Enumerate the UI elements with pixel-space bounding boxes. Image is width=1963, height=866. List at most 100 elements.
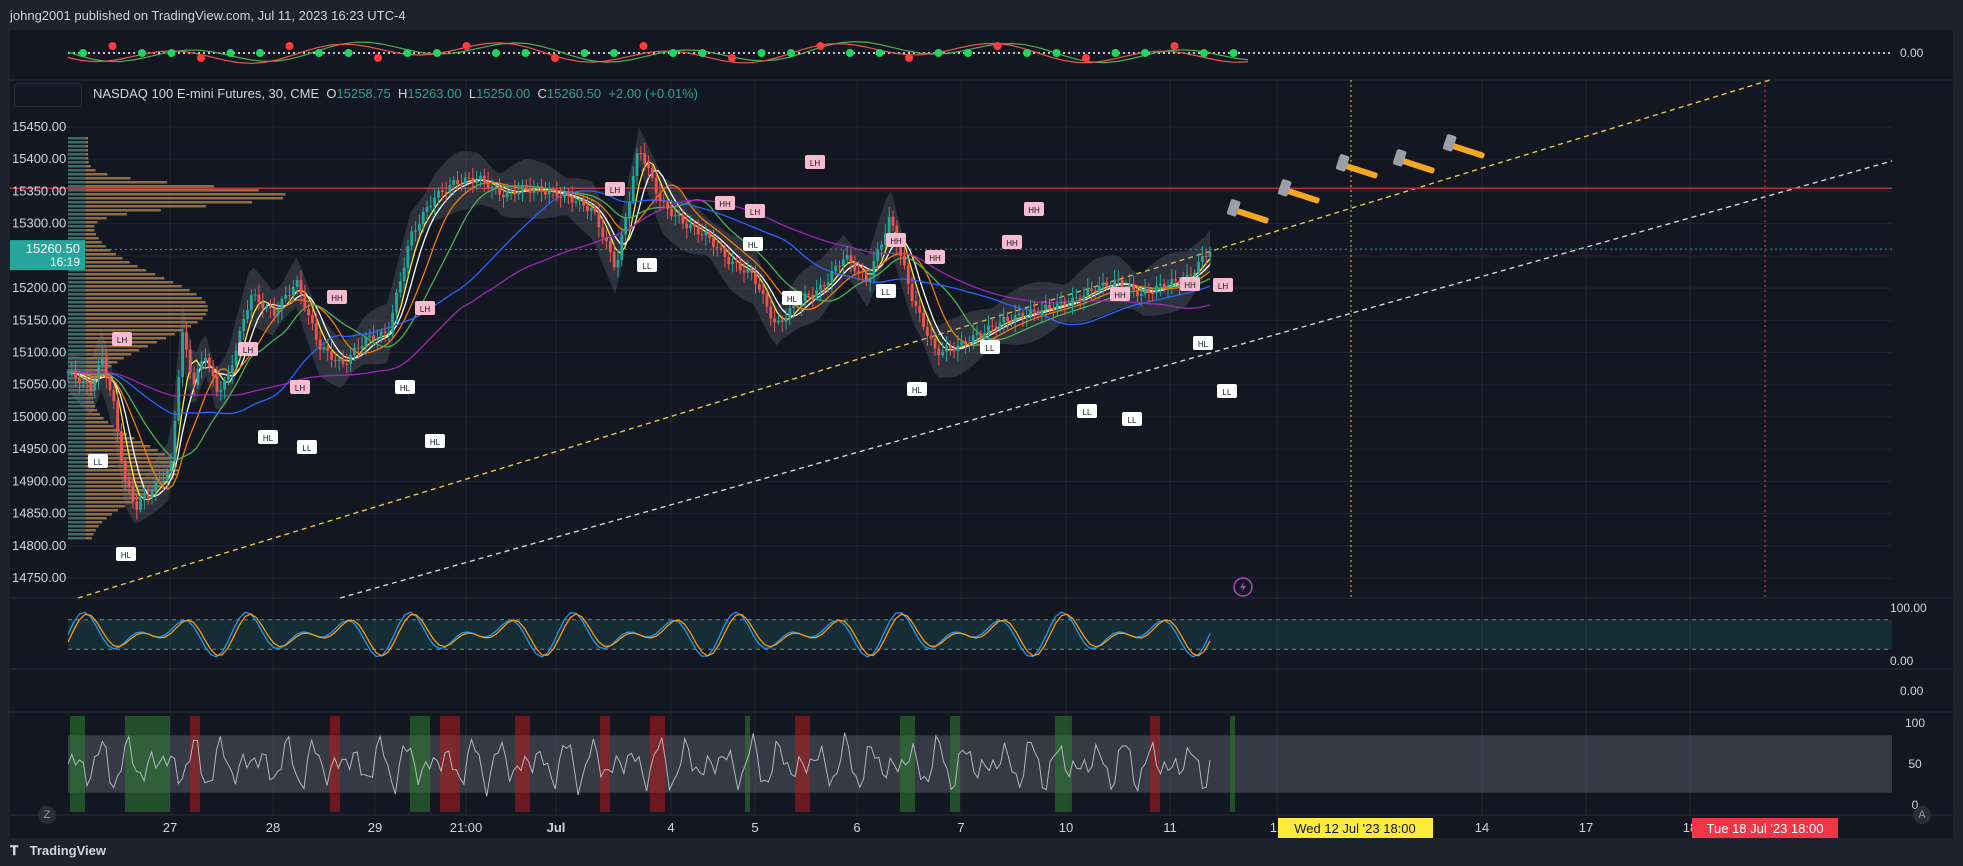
- candle-body: [261, 302, 265, 309]
- candle-body: [498, 186, 501, 195]
- zoom-icon[interactable]: Z: [38, 806, 56, 824]
- candle-body: [207, 357, 211, 367]
- candle-body: [853, 262, 857, 272]
- pivot-label: HL: [400, 384, 411, 393]
- price-tick: 15000.00: [12, 409, 66, 424]
- time-tick: 28: [266, 820, 280, 835]
- osc-dot: [757, 49, 766, 57]
- profile-bar-value: [68, 477, 86, 480]
- candle-body: [509, 189, 513, 191]
- candle-body: [337, 359, 341, 362]
- candle-body: [662, 201, 666, 203]
- candle-body: [1208, 251, 1212, 258]
- candle-body: [891, 216, 895, 226]
- candle-body: [967, 343, 971, 345]
- candle-body: [1029, 309, 1032, 317]
- candle-body: [807, 293, 811, 296]
- candle-body: [1052, 308, 1055, 311]
- pivot-label: HH: [1114, 291, 1126, 300]
- candle-body: [479, 175, 482, 181]
- candle-body: [887, 216, 891, 234]
- pivot-label: HH: [331, 294, 343, 303]
- auto-scale-icon[interactable]: A: [1913, 806, 1931, 824]
- profile-bar-value: [68, 201, 86, 204]
- candle-body: [314, 323, 318, 340]
- candle-body: [841, 259, 845, 267]
- hammer-handle: [1449, 142, 1485, 159]
- candle-body: [925, 326, 929, 336]
- pivot-label: HL: [430, 438, 441, 447]
- candle-body: [1082, 295, 1086, 301]
- top-oscillator-pane: 0.00: [67, 40, 1924, 65]
- candle-body: [204, 357, 207, 362]
- pivot-label: HL: [748, 241, 759, 250]
- profile-bar-value: [68, 229, 86, 232]
- candle-body: [318, 339, 322, 350]
- osc-dot: [433, 49, 441, 57]
- profile-bar-value: [68, 149, 86, 152]
- tv-logo-icon: 𝐓: [10, 843, 19, 858]
- trend-line-white: [339, 160, 1893, 599]
- candle-body: [1006, 316, 1009, 321]
- osc-dot: [108, 42, 117, 50]
- candle-body: [1074, 297, 1078, 299]
- candle-body: [456, 180, 459, 184]
- pivot-label: HL: [121, 551, 132, 560]
- candle-body: [353, 347, 356, 356]
- osc-dot: [462, 42, 471, 50]
- profile-bar: [68, 293, 197, 296]
- candle-body: [452, 180, 456, 185]
- profile-bar-value: [68, 213, 86, 216]
- top-osc-label: 0.00: [1900, 46, 1924, 60]
- candle-body: [857, 271, 861, 273]
- osc-dot: [374, 54, 382, 62]
- profile-bar-value: [68, 177, 86, 180]
- low-label: L: [468, 86, 477, 101]
- profile-bar: [68, 297, 202, 300]
- candle-body: [299, 279, 303, 295]
- profile-bar-value: [68, 421, 86, 424]
- publish-bar: johng2001 published on TradingView.com, …: [0, 0, 1963, 30]
- chart-stage[interactable]: 0.00 LH LH LH HH LH LH HH LH LH HH HH HH HH HH HH LH HL L…: [9, 30, 1953, 840]
- candle-body: [964, 340, 967, 345]
- candle-body: [654, 177, 658, 194]
- candle-body: [100, 357, 104, 366]
- candle-body: [983, 332, 987, 337]
- symbol-search-box[interactable]: [14, 83, 82, 107]
- candle-body: [746, 268, 750, 273]
- stoch-tick: 100.00: [1890, 601, 1927, 615]
- candle-body: [861, 271, 864, 273]
- osc-dot: [1082, 54, 1090, 62]
- candle-body: [864, 272, 868, 282]
- candle-body: [85, 380, 89, 383]
- time-axis[interactable]: 27 28 29 21:00 Jul 4 5 6 7 10 11 12 14 17 18: [163, 820, 1697, 835]
- profile-bar-value: [68, 297, 86, 300]
- candle-body: [154, 481, 158, 491]
- candle-body: [765, 293, 769, 307]
- pivot-label: HH: [929, 254, 941, 263]
- candle-body: [410, 231, 414, 246]
- osc-dot: [1141, 49, 1149, 57]
- candle-body: [1136, 289, 1139, 297]
- pivot-label: HH: [1184, 281, 1196, 290]
- candle-body: [253, 294, 257, 296]
- hist-signal-bar: [1055, 716, 1072, 812]
- hist-signal-bar: [70, 716, 85, 812]
- osc-dot: [875, 49, 884, 57]
- candle-body: [1116, 279, 1120, 281]
- candle-body: [165, 471, 169, 481]
- grid: [10, 80, 1892, 815]
- osc-dot: [521, 49, 530, 57]
- candle-body: [356, 347, 360, 349]
- candle-body: [906, 265, 910, 284]
- candle-body: [952, 348, 956, 352]
- candle-body: [769, 306, 773, 319]
- chart-svg[interactable]: 0.00 LHLHLHHHLHLHHHLHLHHHHHHHHHHHHH LHHLL…: [9, 30, 1953, 840]
- tradingview-logo[interactable]: 𝐓 TradingView: [10, 843, 106, 859]
- osc-dot: [492, 49, 500, 57]
- profile-bar-value: [68, 529, 86, 532]
- candle-body: [761, 289, 765, 294]
- candle-body: [162, 480, 165, 482]
- candle-body: [1158, 283, 1162, 286]
- candle-body: [200, 361, 204, 370]
